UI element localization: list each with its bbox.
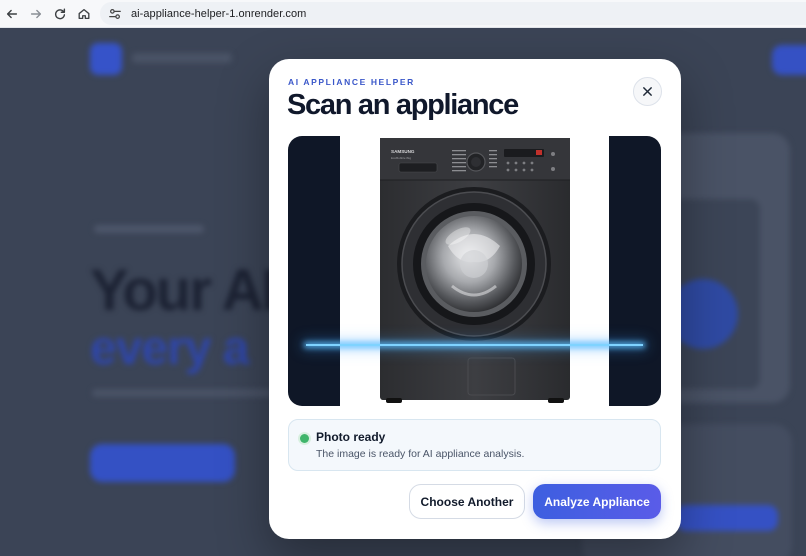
reload-icon[interactable] bbox=[48, 2, 72, 26]
choose-another-button[interactable]: Choose Another bbox=[409, 484, 525, 519]
appliance-photo: SAMSUNG EcoBubble 8kg bbox=[340, 136, 609, 406]
background-paragraph bbox=[92, 389, 272, 397]
background-headline-accent: every a bbox=[90, 322, 249, 375]
modal-eyebrow: AI APPLIANCE HELPER bbox=[288, 77, 415, 87]
status-panel: Photo ready The image is ready for AI ap… bbox=[288, 419, 661, 471]
background-card-button bbox=[676, 505, 778, 531]
url-text[interactable]: ai-appliance-helper-1.onrender.com bbox=[131, 8, 306, 20]
scan-modal: AI APPLIANCE HELPER Scan an appliance SA… bbox=[269, 59, 681, 539]
status-heading: Photo ready bbox=[316, 430, 386, 444]
background-cta-button bbox=[90, 444, 235, 482]
site-settings-icon[interactable] bbox=[108, 7, 122, 21]
analyze-appliance-button[interactable]: Analyze Appliance bbox=[533, 484, 661, 519]
brand-label: SAMSUNG bbox=[391, 149, 415, 154]
washing-machine-image: SAMSUNG EcoBubble 8kg bbox=[380, 138, 570, 403]
close-icon bbox=[643, 87, 652, 96]
background-nav-button bbox=[772, 45, 806, 75]
modal-title: Scan an appliance bbox=[287, 89, 519, 121]
scan-line bbox=[306, 344, 643, 346]
address-bar[interactable]: ai-appliance-helper-1.onrender.com bbox=[100, 2, 806, 25]
model-label: EcoBubble 8kg bbox=[391, 156, 412, 160]
forward-icon[interactable] bbox=[24, 2, 48, 26]
home-icon[interactable] bbox=[72, 2, 96, 26]
background-brand-text bbox=[132, 53, 232, 63]
status-message: The image is ready for AI appliance anal… bbox=[316, 448, 525, 460]
status-dot-icon bbox=[300, 434, 309, 443]
background-logo bbox=[90, 43, 122, 75]
browser-toolbar: ai-appliance-helper-1.onrender.com bbox=[0, 0, 806, 28]
close-button[interactable] bbox=[633, 77, 662, 106]
photo-preview: SAMSUNG EcoBubble 8kg bbox=[288, 136, 661, 406]
back-icon[interactable] bbox=[0, 2, 24, 26]
background-eyebrow bbox=[94, 225, 204, 233]
background-headline: Your AI bbox=[90, 258, 278, 323]
